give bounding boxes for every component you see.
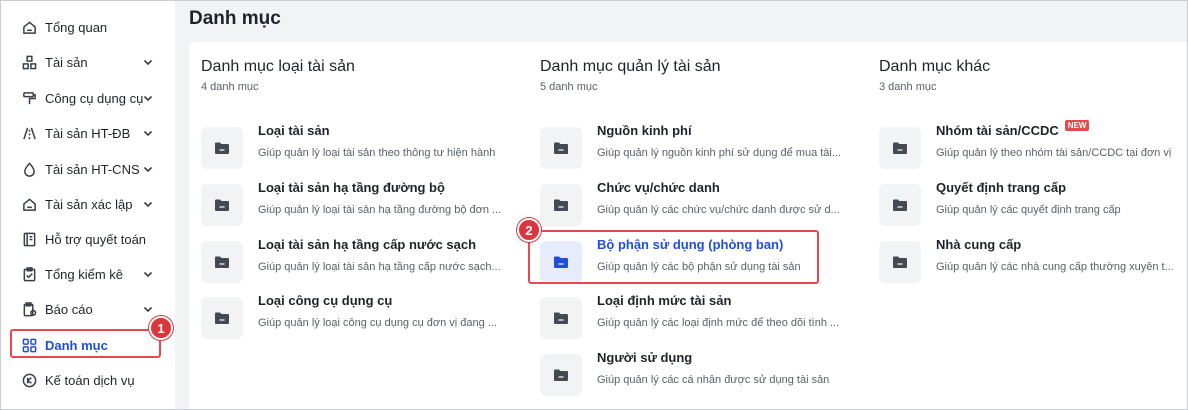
column-title: Danh mục loại tài sản (201, 58, 355, 75)
sidebar-item-service-accounting[interactable]: Kế toán dịch vụ (14, 365, 164, 395)
page-title: Danh mục (189, 8, 281, 29)
selection-highlight-box (528, 230, 819, 284)
catalog-entry-tool-type[interactable]: Loại công cụ dụng cụ Giúp quản lý loại c… (201, 293, 501, 343)
catalog-entry-allocation-decision[interactable]: Quyết định trang cấp Giúp quản lý các qu… (879, 180, 1179, 230)
sidebar-item-label: Báo cáo (45, 301, 93, 317)
catalog-entry-position[interactable]: Chức vụ/chức danh Giúp quản lý các chức … (540, 180, 840, 230)
road-icon (20, 124, 38, 142)
sidebar-item-established-assets[interactable]: Tài sản xác lập (14, 189, 164, 219)
entry-title: Loại tài sản hạ tầng cấp nước sạch (258, 237, 477, 252)
entry-description: Giúp quản lý các cá nhân được sử dụng tà… (597, 374, 830, 386)
folder-icon (201, 184, 243, 226)
entry-title-row: Nhóm tài sản/CCDC NEW (936, 120, 1090, 138)
entry-title: Loại tài sản hạ tầng đường bộ (258, 180, 445, 195)
column-title: Danh mục khác (879, 58, 991, 75)
folder-icon (540, 297, 582, 339)
entry-title: Quyết định trang cấp (936, 180, 1067, 195)
chevron-down-icon (142, 163, 154, 175)
sidebar-highlight-box (10, 329, 161, 358)
entry-description: Giúp quản lý các nhà cung cấp thường xuy… (936, 261, 1174, 273)
assets-icon (20, 53, 38, 71)
entry-description: Giúp quản lý loại tài sản hạ tầng cấp nư… (258, 261, 501, 273)
sidebar-item-label: Tài sản HT-CNS (45, 161, 140, 177)
entry-title: Loại tài sản (258, 123, 330, 138)
clipboard-icon (20, 265, 38, 283)
folder-icon (201, 241, 243, 283)
folder-icon (540, 184, 582, 226)
column-count: 3 danh mục (879, 81, 937, 93)
folder-icon (879, 184, 921, 226)
column-count: 4 danh mục (201, 81, 259, 93)
entry-description: Giúp quản lý theo nhóm tài sản/CCDC tại … (936, 147, 1172, 159)
sidebar-item-label: Tài sản HT-ĐB (45, 125, 131, 141)
sidebar-item-tools[interactable]: Công cụ dụng cụ (14, 83, 164, 113)
entry-title: Nguồn kinh phí (597, 123, 692, 138)
chevron-down-icon (142, 268, 154, 280)
entry-description: Giúp quản lý loại tài sản theo thông tư … (258, 147, 496, 159)
chevron-down-icon (142, 303, 154, 315)
entry-title: Loại công cụ dụng cụ (258, 293, 393, 308)
step-badge-2: 2 (517, 218, 541, 242)
sidebar-item-reports[interactable]: Báo cáo (14, 294, 164, 324)
folder-icon (879, 241, 921, 283)
sidebar-item-label: Công cụ dụng cụ (45, 90, 144, 106)
catalog-entry-user[interactable]: Người sử dụng Giúp quản lý các cá nhân đ… (540, 350, 840, 400)
column-title: Danh mục quản lý tài sản (540, 58, 721, 75)
sidebar-item-water-assets[interactable]: Tài sản HT-CNS (14, 154, 164, 184)
paint-roller-icon (20, 89, 38, 107)
chevron-down-icon (142, 56, 154, 68)
folder-icon (201, 297, 243, 339)
sidebar-item-label: Tổng quan (45, 19, 108, 35)
book-icon (20, 230, 38, 248)
step-badge-1: 1 (149, 316, 173, 340)
sidebar-item-label: Tổng kiểm kê (45, 266, 124, 282)
column-count: 5 danh mục (540, 81, 598, 93)
entry-description: Giúp quản lý loại công cụ dụng cụ đơn vị… (258, 317, 497, 329)
catalog-entry-funding-source[interactable]: Nguồn kinh phí Giúp quản lý nguồn kinh p… (540, 123, 842, 173)
new-badge: NEW (1064, 120, 1090, 131)
sidebar-item-label: Hỗ trợ quyết toán (45, 231, 147, 247)
entry-description: Giúp quản lý các loại định mức để theo d… (597, 317, 840, 329)
catalog-entry-norm-type[interactable]: Loại định mức tài sản Giúp quản lý các l… (540, 293, 840, 343)
entry-title: Loại định mức tài sản (597, 293, 732, 308)
sidebar-item-overview[interactable]: Tổng quan (14, 12, 164, 42)
sidebar-item-settlement-support[interactable]: Hỗ trợ quyết toán (14, 224, 164, 254)
accounting-icon (20, 371, 38, 389)
folder-icon (879, 127, 921, 169)
catalog-entry-asset-type[interactable]: Loại tài sản Giúp quản lý loại tài sản t… (201, 123, 501, 173)
folder-icon (201, 127, 243, 169)
entry-title: Nhóm tài sản/CCDC (936, 123, 1059, 138)
chevron-down-icon (142, 92, 154, 104)
entry-description: Giúp quản lý các chức vụ/chức danh được … (597, 204, 840, 216)
catalog-entry-water-asset-type[interactable]: Loại tài sản hạ tầng cấp nước sạch Giúp … (201, 237, 501, 287)
entry-description: Giúp quản lý các quyết định trang cấp (936, 204, 1121, 216)
home-icon (20, 18, 38, 36)
catalog-entry-supplier[interactable]: Nhà cung cấp Giúp quản lý các nhà cung c… (879, 237, 1179, 287)
sidebar-item-inventory[interactable]: Tổng kiểm kê (14, 259, 164, 289)
folder-icon (540, 354, 582, 396)
sidebar-item-road-assets[interactable]: Tài sản HT-ĐB (14, 118, 164, 148)
sidebar-item-label: Kế toán dịch vụ (45, 372, 135, 388)
house-icon (20, 195, 38, 213)
report-icon (20, 300, 38, 318)
catalog-entry-asset-group[interactable]: Nhóm tài sản/CCDC NEW Giúp quản lý theo n… (879, 120, 1179, 173)
entry-title: Nhà cung cấp (936, 237, 1022, 252)
entry-title: Chức vụ/chức danh (597, 180, 720, 195)
sidebar-item-label: Tài sản xác lập (45, 196, 133, 212)
entry-title: Người sử dụng (597, 350, 693, 365)
folder-icon (540, 127, 582, 169)
entry-description: Giúp quản lý loại tài sản hạ tầng đường … (258, 204, 502, 216)
water-drop-icon (20, 160, 38, 178)
sidebar-item-assets[interactable]: Tài sản (14, 47, 164, 77)
sidebar-item-label: Tài sản (45, 54, 88, 70)
entry-description: Giúp quản lý nguồn kinh phí sử dụng để m… (597, 147, 842, 159)
chevron-down-icon (142, 127, 154, 139)
chevron-down-icon (142, 198, 154, 210)
catalog-entry-road-asset-type[interactable]: Loại tài sản hạ tầng đường bộ Giúp quản … (201, 180, 501, 230)
